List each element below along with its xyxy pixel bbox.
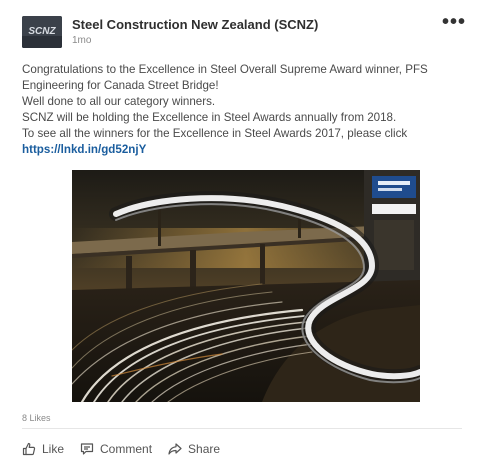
logo-text: SCNZ bbox=[28, 26, 56, 37]
body-line-4: SCNZ will be holding the Excellence in S… bbox=[22, 111, 397, 124]
likes-count[interactable]: 8 Likes bbox=[22, 413, 51, 423]
share-label: Share bbox=[188, 442, 221, 456]
body-line-3: Well done to all our category winners. bbox=[22, 95, 216, 108]
post-actions: Like Comment Share bbox=[22, 440, 236, 458]
ellipsis-icon[interactable]: ••• bbox=[442, 12, 466, 32]
share-arrow-icon bbox=[168, 442, 182, 456]
like-button[interactable]: Like bbox=[22, 442, 64, 456]
body-line-2: Engineering for Canada Street Bridge! bbox=[22, 79, 219, 92]
body-line-1: Congratulations to the Excellence in Ste… bbox=[22, 63, 428, 76]
body-line-5: To see all the winners for the Excellenc… bbox=[22, 127, 408, 140]
comment-icon bbox=[80, 442, 94, 456]
post-body: Congratulations to the Excellence in Ste… bbox=[22, 62, 462, 158]
like-label: Like bbox=[42, 442, 65, 456]
thumbs-up-icon bbox=[22, 442, 36, 456]
linkedin-post: SCNZ Steel Construction New Zealand (SCN… bbox=[0, 0, 477, 459]
company-logo[interactable]: SCNZ bbox=[22, 16, 62, 48]
comment-button[interactable]: Comment bbox=[80, 442, 152, 456]
post-link[interactable]: https://lnkd.in/gd52njY bbox=[22, 143, 146, 156]
post-header: SCNZ Steel Construction New Zealand (SCN… bbox=[22, 12, 465, 50]
author-name[interactable]: Steel Construction New Zealand (SCNZ) bbox=[72, 17, 318, 32]
action-divider bbox=[22, 428, 462, 429]
share-button[interactable]: Share bbox=[168, 442, 220, 456]
post-time: 1mo bbox=[72, 35, 92, 46]
post-image-bridge[interactable] bbox=[72, 170, 420, 402]
comment-label: Comment bbox=[100, 442, 153, 456]
